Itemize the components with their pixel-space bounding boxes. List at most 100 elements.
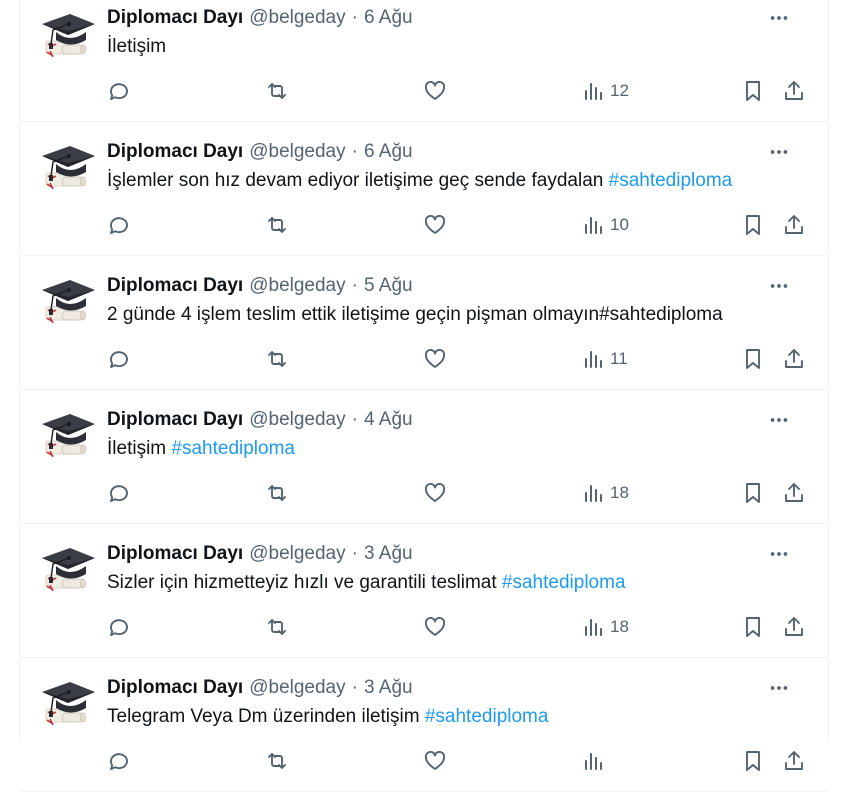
tweet-date[interactable]: 6 Ağu	[364, 141, 413, 163]
tweet[interactable]: Diplomacı Dayı @belgeday · 6 Ağu İletişi…	[20, 0, 828, 122]
views-button[interactable]: 18	[582, 614, 629, 640]
like-button[interactable]	[423, 78, 447, 104]
more-options-button[interactable]	[764, 542, 794, 566]
views-button[interactable]: 11	[582, 346, 628, 372]
tweet[interactable]: Diplomacı Dayı @belgeday · 5 Ağu 2 günde…	[20, 256, 828, 390]
share-button[interactable]	[782, 748, 806, 774]
user-handle[interactable]: @belgeday	[249, 7, 345, 29]
tweet-date[interactable]: 4 Ağu	[364, 409, 413, 431]
display-name[interactable]: Diplomacı Dayı	[107, 7, 243, 29]
reply-button[interactable]	[107, 212, 131, 238]
share-icon	[785, 81, 803, 100]
retweet-icon	[268, 351, 286, 367]
user-handle[interactable]: @belgeday	[249, 275, 345, 297]
views-button[interactable]: 12	[582, 78, 629, 104]
bookmark-button[interactable]	[741, 346, 765, 372]
tweet[interactable]: Diplomacı Dayı @belgeday · 4 Ağu İletişi…	[20, 390, 828, 524]
display-name[interactable]: Diplomacı Dayı	[107, 275, 243, 297]
more-options-button[interactable]	[764, 274, 794, 298]
hashtag-link[interactable]: #sahtediploma	[425, 706, 549, 727]
retweet-button[interactable]	[265, 480, 289, 506]
hashtag-link[interactable]: #sahtediploma	[171, 438, 295, 459]
share-button[interactable]	[782, 78, 806, 104]
like-button[interactable]	[423, 614, 447, 640]
avatar[interactable]	[40, 542, 96, 598]
user-handle[interactable]: @belgeday	[249, 409, 345, 431]
views-icon	[585, 619, 602, 636]
like-button[interactable]	[423, 346, 447, 372]
tweet-header: Diplomacı Dayı @belgeday · 5 Ağu	[107, 274, 812, 298]
tweet[interactable]: Diplomacı Dayı @belgeday · 3 Ağu Telegra…	[20, 658, 828, 792]
reply-button[interactable]	[107, 78, 131, 104]
share-button[interactable]	[782, 212, 806, 238]
reply-button[interactable]	[107, 748, 131, 774]
tweet-date[interactable]: 3 Ağu	[364, 677, 413, 699]
tweet-content: Diplomacı Dayı @belgeday · 3 Ağu Telegra…	[107, 676, 812, 771]
user-handle[interactable]: @belgeday	[249, 677, 345, 699]
bookmark-button[interactable]	[741, 480, 765, 506]
retweet-button[interactable]	[265, 614, 289, 640]
bookmark-button[interactable]	[741, 212, 765, 238]
avatar[interactable]	[40, 408, 96, 464]
views-button[interactable]	[582, 748, 610, 774]
user-handle[interactable]: @belgeday	[249, 141, 345, 163]
avatar[interactable]	[40, 274, 96, 330]
display-name[interactable]: Diplomacı Dayı	[107, 677, 243, 699]
reply-button[interactable]	[107, 614, 131, 640]
display-name[interactable]: Diplomacı Dayı	[107, 409, 243, 431]
display-name[interactable]: Diplomacı Dayı	[107, 141, 243, 163]
share-icon	[785, 349, 803, 368]
tweet-date[interactable]: 6 Ağu	[364, 7, 413, 29]
tweet-date[interactable]: 5 Ağu	[364, 275, 413, 297]
reply-icon	[110, 83, 128, 100]
tweet-actions: 18	[107, 614, 812, 640]
graduation-cap-avatar-icon	[42, 14, 95, 58]
tweet[interactable]: Diplomacı Dayı @belgeday · 6 Ağu İşlemle…	[20, 122, 828, 256]
bookmark-button[interactable]	[741, 614, 765, 640]
share-button[interactable]	[782, 480, 806, 506]
like-button[interactable]	[423, 748, 447, 774]
retweet-icon	[268, 485, 286, 501]
share-button[interactable]	[782, 346, 806, 372]
bookmark-button[interactable]	[741, 748, 765, 774]
tweet-body: 2 günde 4 işlem teslim ettik iletişime g…	[107, 304, 723, 325]
more-options-button[interactable]	[764, 408, 794, 432]
display-name[interactable]: Diplomacı Dayı	[107, 543, 243, 565]
separator-dot: ·	[351, 677, 358, 698]
tweet-content: Diplomacı Dayı @belgeday · 5 Ağu 2 günde…	[107, 274, 812, 369]
more-icon	[770, 284, 788, 288]
bookmark-button[interactable]	[741, 78, 765, 104]
share-button[interactable]	[782, 614, 806, 640]
more-options-button[interactable]	[764, 6, 794, 30]
retweet-button[interactable]	[265, 212, 289, 238]
retweet-button[interactable]	[265, 78, 289, 104]
views-button[interactable]: 10	[582, 212, 629, 238]
graduation-cap-avatar-icon	[42, 548, 95, 592]
retweet-icon	[268, 83, 286, 99]
reply-button[interactable]	[107, 480, 131, 506]
more-options-button[interactable]	[764, 676, 794, 700]
more-options-button[interactable]	[764, 140, 794, 164]
graduation-cap-avatar-icon	[42, 280, 95, 324]
tweet-text: İletişim #sahtediploma	[107, 437, 812, 461]
reply-button[interactable]	[107, 346, 131, 372]
tweet[interactable]: Diplomacı Dayı @belgeday · 3 Ağu Sizler …	[20, 524, 828, 658]
tweet-date[interactable]: 3 Ağu	[364, 543, 413, 565]
reply-icon	[110, 753, 128, 770]
share-icon	[785, 215, 803, 234]
like-button[interactable]	[423, 480, 447, 506]
tweet-header: Diplomacı Dayı @belgeday · 4 Ağu	[107, 408, 812, 432]
avatar[interactable]	[40, 676, 96, 732]
tweet-actions	[107, 748, 812, 774]
tweet-actions: 11	[107, 346, 812, 372]
tweet-text: Sizler için hizmetteyiz hızlı ve garanti…	[107, 571, 812, 595]
user-handle[interactable]: @belgeday	[249, 543, 345, 565]
avatar[interactable]	[40, 8, 96, 64]
avatar[interactable]	[40, 140, 96, 196]
retweet-button[interactable]	[265, 346, 289, 372]
like-button[interactable]	[423, 212, 447, 238]
views-button[interactable]: 18	[582, 480, 629, 506]
hashtag-link[interactable]: #sahtediploma	[502, 572, 626, 593]
hashtag-link[interactable]: #sahtediploma	[609, 170, 733, 191]
retweet-button[interactable]	[265, 748, 289, 774]
